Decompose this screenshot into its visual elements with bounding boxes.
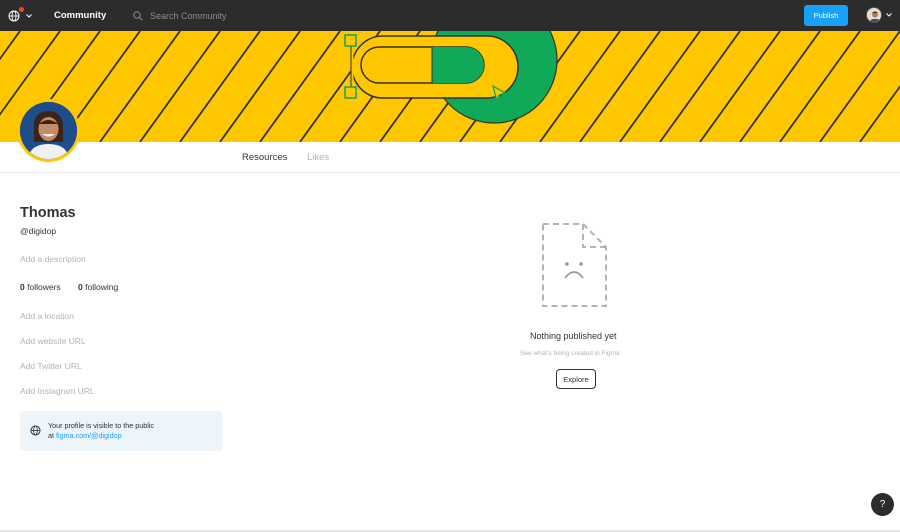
- following-count: 0: [78, 282, 83, 292]
- notification-dot: [19, 7, 24, 12]
- add-location-link[interactable]: Add a location: [20, 311, 74, 321]
- explore-button[interactable]: Explore: [556, 369, 596, 389]
- user-menu[interactable]: [866, 7, 892, 23]
- search-bar[interactable]: [133, 8, 433, 24]
- community-nav-link[interactable]: Community: [54, 10, 106, 21]
- add-twitter-link[interactable]: Add Twitter URL: [20, 361, 82, 371]
- avatar: [866, 7, 882, 23]
- notice-prefix: at: [48, 431, 54, 440]
- followers-label: followers: [27, 282, 61, 292]
- add-instagram-link[interactable]: Add Instagram URL: [20, 386, 95, 396]
- followers-count: 0: [20, 282, 25, 292]
- chevron-down-icon: [26, 14, 32, 18]
- empty-document-icon: [542, 223, 607, 307]
- public-profile-notice: Your profile is visible to the public at…: [20, 411, 222, 451]
- globe-icon: [8, 10, 20, 22]
- empty-state-subtitle: See what’s being created in Figma: [520, 350, 620, 357]
- profile-tabs: Resources Likes: [0, 142, 900, 173]
- avatar-photo: [20, 102, 77, 159]
- profile-handle: @digidop: [20, 226, 57, 236]
- tab-resources[interactable]: Resources: [242, 152, 287, 163]
- publish-button[interactable]: Publish: [804, 5, 848, 26]
- following-link[interactable]: 0 following: [78, 282, 118, 292]
- search-icon: [133, 11, 143, 21]
- tab-likes[interactable]: Likes: [307, 152, 329, 163]
- language-menu[interactable]: [8, 7, 36, 24]
- search-input[interactable]: [150, 11, 410, 21]
- globe-icon: [30, 425, 41, 436]
- chevron-down-icon: [886, 13, 892, 17]
- profile-banner: [0, 31, 900, 142]
- help-button[interactable]: ?: [871, 493, 894, 516]
- top-navigation-bar: Community Publish: [0, 0, 900, 31]
- banner-illustration: [0, 31, 900, 142]
- profile-avatar[interactable]: [17, 99, 80, 162]
- profile-url-link[interactable]: figma.com/@digidop: [56, 431, 122, 440]
- notice-line1: Your profile is visible to the public: [48, 421, 155, 430]
- profile-name: Thomas: [20, 205, 76, 221]
- add-website-link[interactable]: Add website URL: [20, 336, 86, 346]
- followers-link[interactable]: 0 followers: [20, 282, 61, 292]
- following-label: following: [85, 282, 119, 292]
- add-description-link[interactable]: Add a description: [20, 254, 86, 264]
